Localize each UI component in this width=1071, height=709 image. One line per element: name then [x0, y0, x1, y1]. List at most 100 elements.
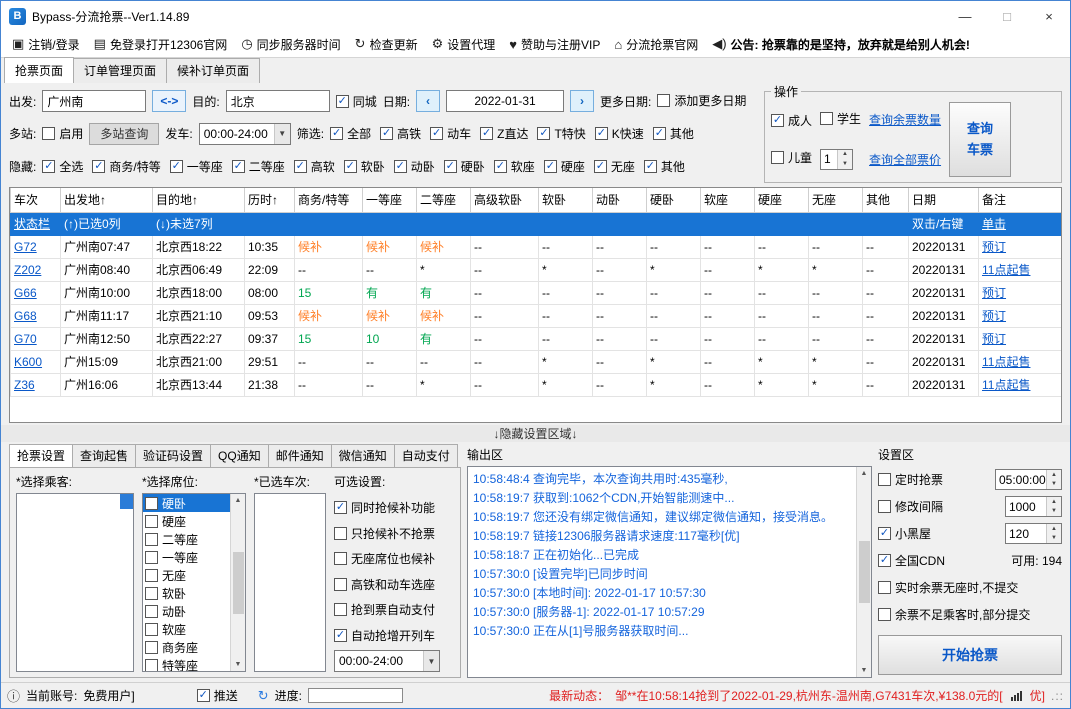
seat-option[interactable]: 一等座 — [143, 548, 230, 566]
depart-time-select[interactable]: 00:00-24:00 ▼ — [198, 122, 291, 145]
train-type-checkbox[interactable]: ✓ T特快 — [537, 125, 586, 142]
note-link[interactable]: 预订 — [978, 280, 1061, 305]
hide-column-checkbox[interactable]: ✓ 软卧 — [343, 158, 385, 175]
menubar-item[interactable]: ◷ 同步服务器时间 — [234, 31, 347, 57]
spin-up-icon[interactable]: ▲ — [1047, 497, 1061, 507]
optional-setting-checkbox[interactable]: ✓ 自动抢增开列车 — [334, 627, 454, 644]
resize-grip[interactable]: .:: — [1051, 689, 1064, 703]
same-city-checkbox[interactable]: ✓ 同城 — [335, 93, 377, 110]
train-number-link[interactable]: Z36 — [10, 372, 61, 397]
next-date-button[interactable]: › — [570, 90, 595, 113]
scroll-down-icon[interactable]: ▼ — [235, 658, 242, 671]
seat-option[interactable]: 二等座 — [143, 530, 230, 548]
seat-option[interactable]: 动卧 — [143, 602, 230, 620]
spin-up-icon[interactable]: ▲ — [1047, 524, 1061, 534]
train-number-link[interactable]: K600 — [10, 349, 61, 374]
page-tab[interactable]: 订单管理页面 — [73, 58, 168, 83]
column-header[interactable]: 软座 — [700, 188, 755, 213]
train-row[interactable]: G66 广州南10:00 北京西18:00 08:00 15 有有 -- -- -- -- -- --… — [10, 280, 1061, 305]
column-header[interactable]: 日期 — [908, 188, 979, 213]
setting-checkbox[interactable]: 余票不足乘客时,部分提交 — [878, 606, 1030, 623]
menubar-item[interactable]: ♥ 赞助与注册VIP — [502, 31, 607, 57]
selected-trains-listbox[interactable] — [254, 493, 326, 672]
column-header[interactable]: 历时↑ — [244, 188, 295, 213]
optional-setting-checkbox[interactable]: 抢到票自动支付 — [334, 601, 454, 618]
multi-station-query-button[interactable]: 多站查询 — [89, 122, 160, 145]
train-type-checkbox[interactable]: ✓ 其他 — [652, 125, 694, 142]
maximize-button[interactable]: □ — [986, 1, 1028, 31]
spin-down-icon[interactable]: ▼ — [1047, 480, 1061, 490]
note-link[interactable]: 11点起售 — [978, 257, 1061, 282]
prev-date-button[interactable]: ‹ — [416, 90, 441, 113]
column-header[interactable]: 商务/特等 — [294, 188, 363, 213]
scrollbar-thumb[interactable] — [858, 541, 870, 603]
query-all-price-link[interactable]: 查询全部票价 — [869, 151, 941, 168]
scroll-down-icon[interactable]: ▼ — [861, 664, 868, 677]
train-row[interactable]: Z36 广州16:06 北京西13:44 21:38 -- -- * -- * -- * -- * * --… — [10, 372, 1061, 397]
page-tab[interactable]: 候补订单页面 — [166, 58, 261, 83]
seat-list-scrollbar[interactable]: ▲ ▼ — [230, 494, 245, 671]
page-tab[interactable]: 抢票页面 — [4, 57, 75, 83]
start-grab-button[interactable]: 开始抢票 — [878, 635, 1062, 675]
seat-option[interactable]: 硬座 — [143, 512, 230, 530]
student-checkbox[interactable]: 学生 — [820, 110, 861, 127]
column-header[interactable]: 硬座 — [754, 188, 809, 213]
spin-down-icon[interactable]: ▼ — [838, 159, 852, 169]
optional-setting-checkbox[interactable]: 高铁和动车选座 — [334, 576, 454, 593]
setting-spinner[interactable]: 1000 ▲ ▼ — [1005, 496, 1062, 517]
spin-up-icon[interactable]: ▲ — [1047, 470, 1061, 480]
setting-checkbox[interactable]: 修改间隔 — [878, 498, 943, 515]
seat-option[interactable]: 硬卧 — [143, 494, 230, 512]
adult-checkbox[interactable]: ✓ 成人 — [771, 112, 812, 129]
scrollbar-thumb[interactable] — [232, 551, 244, 614]
date-input[interactable] — [446, 90, 565, 113]
train-type-checkbox[interactable]: ✓ 高铁 — [380, 125, 421, 142]
setting-checkbox[interactable]: ✓ 全国CDN — [878, 552, 945, 569]
note-link[interactable]: 11点起售 — [978, 349, 1061, 374]
close-button[interactable]: × — [1028, 1, 1070, 31]
seat-listbox[interactable]: 硬卧 硬座 二等座 一等座 无座 软卧 动卧 软座 商务座 特等座 ▲ ▼ — [142, 493, 246, 672]
note-link[interactable]: 预订 — [978, 326, 1061, 351]
hide-column-checkbox[interactable]: ✓ 硬卧 — [443, 158, 485, 175]
settings-tab[interactable]: 微信通知 — [330, 444, 395, 467]
scroll-up-icon[interactable]: ▲ — [861, 467, 868, 480]
settings-tab[interactable]: 查询起售 — [72, 444, 137, 467]
settings-tab[interactable]: 抢票设置 — [9, 444, 74, 467]
note-link[interactable]: 11点起售 — [978, 372, 1061, 397]
train-number-link[interactable]: G68 — [10, 303, 61, 328]
hide-column-checkbox[interactable]: ✓ 全选 — [42, 158, 83, 175]
train-type-checkbox[interactable]: ✓ Z直达 — [480, 125, 528, 142]
setting-spinner[interactable]: 120 ▲ ▼ — [1005, 523, 1062, 544]
query-tickets-button[interactable]: 查询 车票 — [949, 102, 1012, 177]
output-log[interactable]: 10:58:48:4 查询完毕，本次查询共用时:435毫秒, 10:58:19:7… — [467, 466, 872, 678]
hide-column-checkbox[interactable]: ✓ 一等座 — [169, 158, 223, 175]
optional-setting-checkbox[interactable]: 只抢候补不抢票 — [334, 525, 454, 542]
hide-settings-divider[interactable]: ↓隐藏设置区域↓ — [1, 425, 1070, 442]
menubar-item[interactable]: ⚙ 设置代理 — [425, 31, 503, 57]
settings-tab[interactable]: 自动支付 — [393, 444, 458, 467]
column-header[interactable]: 动卧 — [592, 188, 647, 213]
child-checkbox[interactable]: 儿童 — [771, 149, 812, 166]
multi-station-enable-checkbox[interactable]: 启用 — [42, 125, 83, 142]
optional-setting-checkbox[interactable]: ✓ 同时抢候补功能 — [334, 499, 454, 516]
grab-time-range-select[interactable]: 00:00-24:00 ▼ — [334, 650, 440, 672]
depart-input[interactable] — [42, 90, 147, 113]
setting-checkbox[interactable]: ✓ 小黑屋 — [878, 525, 931, 542]
spin-down-icon[interactable]: ▼ — [1047, 507, 1061, 517]
train-number-link[interactable]: Z202 — [10, 257, 61, 282]
train-type-checkbox[interactable]: ✓ 全部 — [330, 125, 371, 142]
title-bar[interactable]: B Bypass-分流抢票--Ver1.14.89 — □ × — [1, 1, 1070, 31]
optional-setting-checkbox[interactable]: 无座席位也候补 — [334, 550, 454, 567]
setting-spinner[interactable]: 05:00:00 ▲ ▼ — [995, 469, 1062, 490]
seat-option[interactable]: 商务座 — [143, 638, 230, 656]
note-link[interactable]: 预订 — [978, 234, 1061, 259]
seat-option[interactable]: 特等座 — [143, 656, 230, 671]
seat-option[interactable]: 无座 — [143, 566, 230, 584]
column-header[interactable]: 高级软卧 — [470, 188, 539, 213]
menubar-item[interactable]: ⌂ 分流抢票官网 — [607, 31, 705, 57]
add-more-dates-checkbox[interactable]: 添加更多日期 — [657, 92, 746, 109]
column-header[interactable]: 目的地↑ — [152, 188, 245, 213]
query-ticket-count-link[interactable]: 查询余票数量 — [869, 111, 941, 128]
settings-tab[interactable]: QQ通知 — [210, 444, 269, 467]
swap-stations-button[interactable]: <-> — [152, 90, 187, 113]
